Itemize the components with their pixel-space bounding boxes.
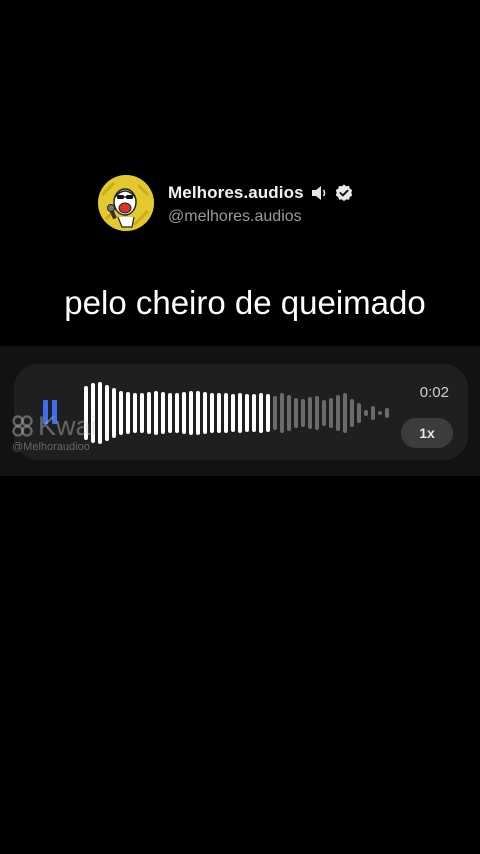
- waveform-bar: [168, 393, 172, 433]
- waveform-bar: [154, 391, 158, 435]
- waveform-bar: [252, 394, 256, 432]
- watermark-brand: Kwai: [38, 411, 97, 441]
- waveform-bar: [287, 395, 291, 431]
- waveform-bar: [350, 399, 354, 427]
- waveform-bar: [280, 393, 284, 433]
- elapsed-time: 0:02: [419, 384, 449, 401]
- waveform-bar: [245, 394, 249, 432]
- waveform-bar: [364, 410, 368, 416]
- waveform-bar: [329, 398, 333, 428]
- username-handle[interactable]: @melhores.audios: [168, 208, 353, 226]
- playback-speed-button[interactable]: 1x: [401, 418, 453, 448]
- waveform-bar: [112, 388, 116, 438]
- waveform-bar: [161, 392, 165, 434]
- speaker-volume-icon: [311, 185, 329, 201]
- kwai-logo-icon: [12, 415, 33, 437]
- waveform-bar: [133, 393, 137, 433]
- verified-badge-icon: [335, 184, 353, 202]
- waveform-bar: [385, 408, 389, 418]
- waveform-bar: [357, 403, 361, 423]
- waveform-bar: [231, 394, 235, 432]
- waveform-bar: [343, 393, 347, 433]
- waveform-bar: [147, 392, 151, 434]
- waveform-bar: [336, 395, 340, 431]
- waveform-bar: [224, 393, 228, 433]
- waveform-bar: [371, 406, 375, 420]
- cartoon-singer-icon: [98, 175, 154, 231]
- waveform-bar: [378, 411, 382, 415]
- waveform-bar: [308, 397, 312, 429]
- waveform-bar: [203, 392, 207, 434]
- waveform-bar: [217, 393, 221, 433]
- waveform-bar: [273, 396, 277, 430]
- avatar[interactable]: [98, 175, 154, 231]
- waveform-bar: [301, 399, 305, 427]
- watermark-username: @Melhoraudioo: [12, 441, 90, 453]
- waveform-bar: [322, 400, 326, 426]
- kwai-watermark: Kwai @Melhoraudioo: [11, 412, 97, 453]
- waveform-bar: [238, 393, 242, 433]
- waveform-bar: [105, 385, 109, 441]
- waveform-bar: [126, 392, 130, 434]
- waveform-bar: [175, 393, 179, 433]
- waveform-bar: [189, 391, 193, 435]
- waveform-bar: [266, 394, 270, 432]
- caption-text: pelo cheiro de queimado: [64, 284, 426, 321]
- waveform-bar: [210, 393, 214, 433]
- waveform-bar: [182, 392, 186, 434]
- profile-header: Melhores.audios @melhores.audios: [98, 175, 353, 231]
- waveform-bar: [259, 393, 263, 433]
- waveform-bar: [294, 398, 298, 428]
- display-name[interactable]: Melhores.audios: [168, 183, 304, 203]
- audio-waveform[interactable]: [84, 382, 394, 444]
- waveform-bar: [315, 396, 319, 430]
- waveform-bar: [196, 391, 200, 435]
- waveform-bar: [119, 391, 123, 435]
- waveform-bar: [98, 382, 102, 444]
- waveform-bar: [140, 393, 144, 433]
